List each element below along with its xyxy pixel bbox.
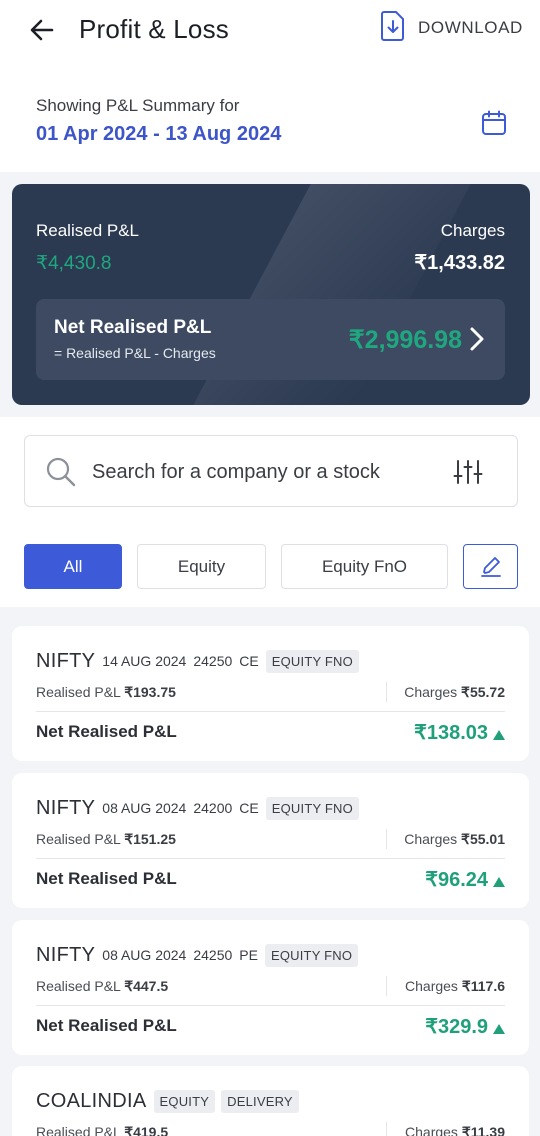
search-icon xyxy=(45,456,77,488)
trade-realised-value: ₹447.5 xyxy=(124,978,169,994)
trade-option-type: CE xyxy=(239,653,259,669)
net-realised-formula: = Realised P&L - Charges xyxy=(54,345,216,361)
net-realised-pnl-button[interactable]: Net Realised P&L = Realised P&L - Charge… xyxy=(36,299,505,380)
realised-pnl-value: ₹4,430.8 xyxy=(36,253,112,274)
trade-charges-value: ₹55.01 xyxy=(461,831,505,847)
segment-tag: EQUITY xyxy=(153,1089,216,1113)
trade-header: NIFTY 14 AUG 2024 24250 CE EQUITY FNO xyxy=(36,648,365,674)
filter-sliders-icon[interactable] xyxy=(453,458,483,486)
trade-realised-value: ₹151.25 xyxy=(124,831,176,847)
trade-card[interactable]: NIFTY 14 AUG 2024 24250 CE EQUITY FNO Re… xyxy=(12,626,529,761)
trade-option-type: PE xyxy=(239,947,258,963)
trade-symbol: NIFTY xyxy=(36,943,96,966)
charges-value: ₹1,433.82 xyxy=(414,252,505,274)
search-input[interactable] xyxy=(92,453,422,491)
divider xyxy=(386,1122,387,1136)
trade-header: NIFTY 08 AUG 2024 24250 PE EQUITY FNO xyxy=(36,942,364,968)
trade-symbol: COALINDIA xyxy=(36,1089,147,1112)
pencil-icon xyxy=(479,555,503,584)
trade-net-value: ₹329.9 xyxy=(425,1016,488,1038)
period-prefix: Showing P&L Summary for xyxy=(36,96,240,115)
trade-net-label: Net Realised P&L xyxy=(36,1016,177,1035)
triangle-up-icon xyxy=(493,1021,505,1034)
page-title: Profit & Loss xyxy=(79,14,229,44)
segment-tag: EQUITY FNO xyxy=(265,796,359,820)
tab-equity[interactable]: Equity xyxy=(137,544,266,589)
trade-charges: Charges ₹117.6 xyxy=(405,978,505,994)
edit-filter-button[interactable] xyxy=(463,544,518,589)
trade-strike: 24200 xyxy=(193,800,233,816)
net-realised-label: Net Realised P&L xyxy=(54,317,212,338)
back-arrow-icon[interactable] xyxy=(26,14,58,46)
divider xyxy=(386,829,387,849)
download-file-icon xyxy=(380,10,406,47)
trade-realised-value: ₹193.75 xyxy=(124,684,176,700)
trade-charges: Charges ₹11.39 xyxy=(405,1124,505,1136)
trade-symbol: NIFTY xyxy=(36,796,96,819)
trade-symbol: NIFTY xyxy=(36,649,96,672)
trade-card[interactable]: NIFTY 08 AUG 2024 24250 PE EQUITY FNO Re… xyxy=(12,920,529,1055)
trade-net-label: Net Realised P&L xyxy=(36,722,177,741)
search-box[interactable] xyxy=(24,435,518,507)
trade-expiry: 08 AUG 2024 xyxy=(102,947,187,963)
download-label: DOWNLOAD xyxy=(418,18,523,37)
trade-charges: Charges ₹55.01 xyxy=(404,831,505,847)
charges-label: Charges xyxy=(440,221,505,240)
product-tag: DELIVERY xyxy=(221,1089,299,1113)
trade-charges-value: ₹55.72 xyxy=(461,684,505,700)
chevron-right-icon xyxy=(467,325,487,353)
trade-expiry: 08 AUG 2024 xyxy=(102,800,187,816)
trade-expiry: 14 AUG 2024 xyxy=(102,653,187,669)
trade-realised: Realised P&L ₹193.75 xyxy=(36,684,176,700)
divider xyxy=(386,682,387,702)
trade-strike: 24250 xyxy=(193,947,233,963)
segment-tag: EQUITY FNO xyxy=(264,943,359,967)
divider xyxy=(386,976,387,996)
tab-equity-fno[interactable]: Equity FnO xyxy=(281,544,448,589)
trade-charges-value: ₹117.6 xyxy=(461,978,505,994)
trade-net-value: ₹138.03 xyxy=(414,722,488,744)
net-realised-value: ₹2,996.98 xyxy=(348,326,462,354)
trade-realised: Realised P&L ₹419.5 xyxy=(36,1124,168,1136)
trade-realised: Realised P&L ₹151.25 xyxy=(36,831,176,847)
tab-all[interactable]: All xyxy=(24,544,122,589)
divider xyxy=(36,858,505,859)
trade-option-type: CE xyxy=(239,800,259,816)
divider xyxy=(36,1005,505,1006)
trade-card[interactable]: NIFTY 08 AUG 2024 24200 CE EQUITY FNO Re… xyxy=(12,773,529,908)
trade-charges: Charges ₹55.72 xyxy=(404,684,505,700)
trade-realised-value: ₹419.5 xyxy=(124,1124,169,1136)
divider xyxy=(36,711,505,712)
realised-pnl-label: Realised P&L xyxy=(36,221,140,240)
trade-charges-value: ₹11.39 xyxy=(461,1124,505,1136)
trade-header: COALINDIA EQUITY DELIVERY xyxy=(36,1088,305,1114)
triangle-up-icon xyxy=(493,727,505,740)
trade-header: NIFTY 08 AUG 2024 24200 CE EQUITY FNO xyxy=(36,795,365,821)
trade-net-value: ₹96.24 xyxy=(425,869,488,891)
header: Profit & Loss DOWNLOAD Showing P&L Summa… xyxy=(0,0,540,172)
trade-strike: 24250 xyxy=(193,653,233,669)
trade-net-label: Net Realised P&L xyxy=(36,869,177,888)
calendar-icon[interactable] xyxy=(481,110,507,136)
segment-tag: EQUITY FNO xyxy=(265,649,359,673)
date-range[interactable]: 01 Apr 2024 - 13 Aug 2024 xyxy=(36,123,281,146)
triangle-up-icon xyxy=(493,874,505,887)
download-button[interactable]: DOWNLOAD xyxy=(380,10,523,47)
trade-card[interactable]: COALINDIA EQUITY DELIVERY Realised P&L ₹… xyxy=(12,1066,529,1136)
trade-realised: Realised P&L ₹447.5 xyxy=(36,978,169,994)
pnl-summary-card: Realised P&L ₹4,430.8 Charges ₹1,433.82 … xyxy=(12,184,530,405)
filter-tabs: All Equity Equity FnO xyxy=(0,544,540,590)
